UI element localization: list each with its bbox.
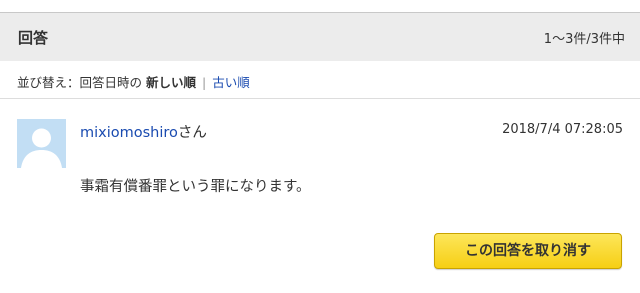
answers-header: 回答 1～3件/3件中 xyxy=(0,12,640,61)
sort-separator: | xyxy=(202,75,207,90)
username-link[interactable]: mixiomoshiro xyxy=(80,125,178,141)
sort-controls: 並び替え：回答日時の 新しい順 | 古い順 xyxy=(17,72,250,91)
answer-item: mixiomoshiroさん 2018/7/4 07:28:05 事霜有償番罪と… xyxy=(0,100,640,293)
sort-bar: 並び替え：回答日時の 新しい順 | 古い順 xyxy=(0,61,640,99)
sort-option-newest: 新しい順 xyxy=(146,75,197,90)
result-count: 1～3件/3件中 xyxy=(543,32,625,47)
cancel-answer-button[interactable]: この回答を取り消す xyxy=(434,233,622,269)
username-honorific: さん xyxy=(177,125,207,141)
default-user-icon xyxy=(17,119,66,168)
answer-timestamp: 2018/7/4 07:28:05 xyxy=(502,122,623,137)
sort-option-oldest-link[interactable]: 古い順 xyxy=(212,75,250,90)
avatar[interactable] xyxy=(17,119,66,168)
sort-label: 並び替え：回答日時の xyxy=(17,75,143,90)
answer-body: 事霜有償番罪という罪になります。 xyxy=(80,179,311,195)
answerer-name: mixiomoshiroさん xyxy=(80,121,207,142)
section-title: 回答 xyxy=(18,29,49,47)
